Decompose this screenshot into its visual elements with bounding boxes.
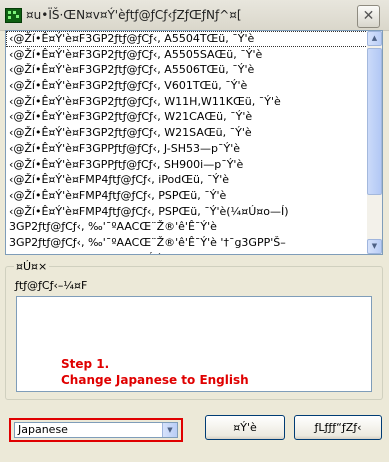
list-item[interactable]: ‹@Ží•Ê¤Ý'è¤F3GP2ƒtƒ@ƒCƒ‹, W11H,W11KŒü, ¯… bbox=[6, 94, 368, 110]
title-bar: ¤u•ÏŠ·ŒN¤v¤Ý'èƒtƒ@ƒCƒ‹ƒZƒŒƒNƒ^¤[ ✕ bbox=[0, 0, 389, 31]
scroll-down-icon[interactable]: ▼ bbox=[367, 239, 382, 254]
list-item[interactable]: ‹@Ží•Ê¤Ý'è¤F3GPPƒtƒ@ƒCƒ‹, J-SH53—p¯Ý'è bbox=[6, 141, 368, 157]
list-item[interactable]: ‹@Ží•Ê¤Ý'è¤FMP4ƒtƒ@ƒCƒ‹, PSPŒü, ¯Ý'è bbox=[6, 188, 368, 204]
list-item[interactable]: ‹@Ží•Ê¤Ý'è¤F3GP2ƒtƒ@ƒCƒ‹, A5505SAŒü, ¯Ý'… bbox=[6, 47, 368, 63]
list-item[interactable]: 3GP2ƒtƒ@ƒCƒ‹, ‰'¯ºAACŒ¨Ž®'ê'Ê¯Ý'è bbox=[6, 219, 368, 235]
list-item[interactable]: ‹@Ží•Ê¤Ý'è¤F3GP2ƒtƒ@ƒCƒ‹, V601TŒü, ¯Ý'è bbox=[6, 78, 368, 94]
step-annotation-line-1: Step 1. bbox=[61, 357, 110, 371]
profile-list[interactable]: ‹@Ží•Ê¤Ý'è¤F3GP2ƒtƒ@ƒCƒ‹, A5504TŒü, ¯Ý'è… bbox=[5, 30, 383, 255]
ok-button[interactable]: ¤Ý'è bbox=[205, 415, 285, 440]
list-item[interactable]: ‹@Ží•Ê¤Ý'è¤FMP4ƒtƒ@ƒCƒ‹, PSPŒü, ¯Ý'è(¼¤Ú… bbox=[6, 204, 368, 220]
app-icon bbox=[5, 8, 22, 23]
vertical-scrollbar[interactable]: ▲ ▼ bbox=[367, 31, 382, 254]
language-selected-value: Japanese bbox=[18, 423, 68, 436]
list-item[interactable]: 3GPPƒtƒ@ƒCƒ‹, '…ƒ¤[ƒVƒtƒ¤Ý'è bbox=[6, 251, 368, 254]
description-caption: ¤Ú¤× bbox=[14, 260, 50, 273]
scroll-thumb[interactable] bbox=[367, 48, 382, 195]
scroll-up-icon[interactable]: ▲ bbox=[367, 31, 382, 46]
list-item[interactable]: ‹@Ží•Ê¤Ý'è¤F3GP2ƒtƒ@ƒCƒ‹, W21SAŒü, ¯Ý'è bbox=[6, 125, 368, 141]
language-select[interactable]: Japanese ▼ bbox=[14, 422, 178, 438]
filename-label: ƒtƒ@ƒCƒ‹–¼¤F bbox=[15, 279, 88, 292]
list-item[interactable]: ‹@Ží•Ê¤Ý'è¤F3GPPƒtƒ@ƒCƒ‹, SH900i—p¯Ý'è bbox=[6, 157, 368, 173]
step-annotation: Step 1. Change Japanese to English bbox=[61, 356, 249, 388]
list-item[interactable]: ‹@Ží•Ê¤Ý'è¤F3GP2ƒtƒ@ƒCƒ‹, W21CAŒü, ¯Ý'è bbox=[6, 109, 368, 125]
cancel-button[interactable]: ƒLƒƒƒ“ƒZƒ‹ bbox=[294, 415, 382, 440]
step-annotation-line-2: Change Japanese to English bbox=[61, 373, 249, 387]
list-item[interactable]: ‹@Ží•Ê¤Ý'è¤F3GP2ƒtƒ@ƒCƒ‹, A5506TŒü, ¯Ý'è bbox=[6, 62, 368, 78]
window-title: ¤u•ÏŠ·ŒN¤v¤Ý'èƒtƒ@ƒCƒ‹ƒZƒŒƒNƒ^¤[ bbox=[26, 8, 242, 22]
list-item[interactable]: 3GP2ƒtƒ@ƒCƒ‹, ‰'¯ºAACŒ¨Ž®'ê'Ê¯Ý'è '†¯g3G… bbox=[6, 235, 368, 251]
language-highlight-frame: Japanese ▼ bbox=[9, 418, 183, 442]
list-item[interactable]: ‹@Ží•Ê¤Ý'è¤F3GP2ƒtƒ@ƒCƒ‹, A5504TŒü, ¯Ý'è bbox=[6, 31, 368, 47]
chevron-down-icon[interactable]: ▼ bbox=[162, 423, 177, 437]
close-icon[interactable]: ✕ bbox=[357, 5, 380, 28]
profile-list-items: ‹@Ží•Ê¤Ý'è¤F3GP2ƒtƒ@ƒCƒ‹, A5504TŒü, ¯Ý'è… bbox=[6, 31, 368, 254]
list-item[interactable]: ‹@Ží•Ê¤Ý'è¤FMP4ƒtƒ@ƒCƒ‹, iPodŒü, ¯Ý'è bbox=[6, 172, 368, 188]
